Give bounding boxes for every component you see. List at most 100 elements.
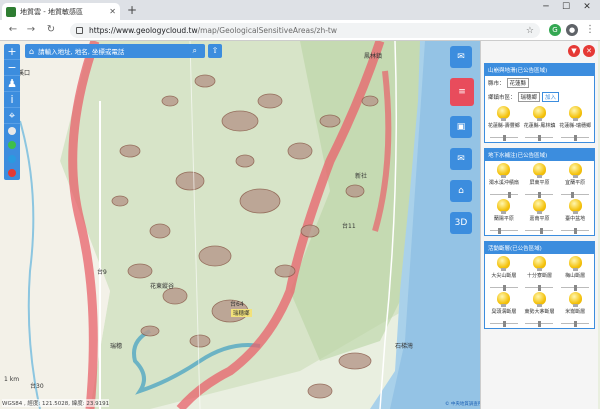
factory-icon[interactable]: ⌂ <box>450 180 472 202</box>
layers-icon[interactable]: ≡ <box>450 78 474 106</box>
3d-button[interactable]: 3D <box>450 212 472 234</box>
zoom-out-button[interactable]: − <box>4 60 20 76</box>
town-select[interactable]: 瑞穗鄉 <box>517 92 541 102</box>
layer-item[interactable]: 梅山斷層 <box>557 256 593 291</box>
lightbulb-icon[interactable] <box>532 163 546 178</box>
slider-knob[interactable] <box>507 192 511 198</box>
opacity-slider[interactable] <box>525 228 554 234</box>
slider-knob[interactable] <box>502 285 506 291</box>
slider-knob[interactable] <box>574 321 578 327</box>
green-layer-icon[interactable] <box>8 141 16 149</box>
zoom-in-button[interactable]: + <box>4 44 20 60</box>
lightbulb-icon[interactable] <box>497 292 511 307</box>
slider-knob[interactable] <box>538 285 542 291</box>
opacity-slider[interactable] <box>525 135 554 141</box>
back-icon[interactable]: ← <box>6 23 20 37</box>
forward-icon[interactable]: → <box>24 23 38 37</box>
streetview-icon[interactable]: ♟ <box>4 76 20 92</box>
layer-item[interactable]: 米崙斷層 <box>557 292 593 327</box>
slider-knob[interactable] <box>538 135 542 141</box>
layer-item[interactable]: 蘭陽平原 <box>486 199 522 234</box>
lightbulb-icon[interactable] <box>568 256 582 271</box>
lightbulb-icon[interactable] <box>532 106 546 121</box>
slider-knob[interactable] <box>538 192 542 198</box>
opacity-slider[interactable] <box>489 135 518 141</box>
lightbulb-icon[interactable] <box>568 199 582 214</box>
lightbulb-icon[interactable] <box>532 256 546 271</box>
profile-icon[interactable]: ● <box>566 24 578 36</box>
slider-knob[interactable] <box>538 321 542 327</box>
opacity-slider[interactable] <box>525 192 554 198</box>
layer-item[interactable]: 屏東平原 <box>522 163 558 198</box>
address-bar[interactable]: https://www.geologycloud.tw/map/Geologic… <box>70 23 540 38</box>
menu-icon[interactable]: ⋮ <box>583 23 597 37</box>
opacity-slider[interactable] <box>489 285 518 291</box>
opacity-slider[interactable] <box>561 321 590 327</box>
browser-tab[interactable]: 地質雲 - 地質敏感區 ✕ <box>2 3 120 20</box>
lightbulb-icon[interactable] <box>497 199 511 214</box>
red-layer-icon[interactable] <box>8 169 16 177</box>
opacity-slider[interactable] <box>489 321 518 327</box>
minimize-icon[interactable]: ─ <box>537 2 555 12</box>
slider-knob[interactable] <box>502 135 506 141</box>
new-tab-button[interactable]: + <box>125 3 139 17</box>
layer-item[interactable]: 臺中盆地 <box>557 199 593 234</box>
opacity-slider[interactable] <box>561 135 590 141</box>
close-tab-icon[interactable]: ✕ <box>109 7 116 16</box>
slider-knob[interactable] <box>574 135 578 141</box>
lightbulb-icon[interactable] <box>497 163 511 178</box>
slider-knob[interactable] <box>574 228 578 234</box>
info-icon[interactable]: i <box>4 92 20 108</box>
layer-item[interactable]: 東勢大茅斷層 <box>522 292 558 327</box>
opacity-slider[interactable] <box>489 192 518 198</box>
slider-knob[interactable] <box>540 228 544 234</box>
layer-item[interactable]: 花蓮縣-瑞穗鄉 <box>557 106 593 141</box>
opacity-slider[interactable] <box>525 285 554 291</box>
blue-layer-icon[interactable] <box>8 155 16 163</box>
upload-button[interactable]: ⇧ <box>208 44 222 58</box>
layer-item[interactable]: 宜蘭平原 <box>557 163 593 198</box>
mail-icon[interactable]: ✉ <box>450 148 472 170</box>
lightbulb-icon[interactable] <box>568 292 582 307</box>
slider-knob[interactable] <box>502 321 506 327</box>
pin-panel-icon[interactable]: ▼ <box>568 45 580 57</box>
lightbulb-icon[interactable] <box>568 163 582 178</box>
search-box[interactable]: ⌂ 請輸入地址, 地名, 坐標或電話 ⌕ <box>25 44 205 58</box>
layer-item[interactable]: 濁水溪沖積扇 <box>486 163 522 198</box>
pin-icon[interactable] <box>8 127 16 135</box>
slider-knob[interactable] <box>497 228 501 234</box>
close-window-icon[interactable]: ✕ <box>578 2 596 12</box>
opacity-slider[interactable] <box>561 228 590 234</box>
star-icon[interactable]: ☆ <box>526 26 534 36</box>
chat-icon[interactable]: ✉ <box>450 46 472 68</box>
maximize-icon[interactable]: ☐ <box>557 2 575 12</box>
map-label: 瑞穗 <box>110 343 123 350</box>
slider-knob[interactable] <box>571 192 575 198</box>
photo-icon[interactable]: ▣ <box>450 116 472 138</box>
layer-item[interactable]: 大尖山斷層 <box>486 256 522 291</box>
opacity-slider[interactable] <box>561 192 590 198</box>
layer-item[interactable]: 臭頭溝斷層 <box>486 292 522 327</box>
add-button[interactable]: 加入 <box>542 92 560 102</box>
close-panel-icon[interactable]: ✕ <box>583 45 595 57</box>
layer-item[interactable]: 十分寮斷層 <box>522 256 558 291</box>
search-input[interactable]: 請輸入地址, 地名, 坐標或電話 <box>38 46 192 56</box>
lightbulb-icon[interactable] <box>497 106 511 121</box>
layer-item[interactable]: 嘉南平原 <box>522 199 558 234</box>
reload-icon[interactable]: ↻ <box>44 23 58 37</box>
opacity-slider[interactable] <box>561 285 590 291</box>
slider-knob[interactable] <box>574 285 578 291</box>
search-icon[interactable]: ⌕ <box>193 46 197 56</box>
locate-icon[interactable]: ⌖ <box>4 108 20 124</box>
lightbulb-icon[interactable] <box>532 292 546 307</box>
layer-item[interactable]: 花蓮縣-壽豐鄉 <box>486 106 522 141</box>
opacity-slider[interactable] <box>489 228 518 234</box>
extension-icon[interactable]: G <box>549 24 561 36</box>
county-select[interactable]: 花蓮縣 <box>506 78 530 88</box>
opacity-slider[interactable] <box>525 321 554 327</box>
layer-item-label: 臭頭溝斷層 <box>491 309 517 315</box>
layer-item[interactable]: 花蓮縣-鳳林鎮 <box>522 106 558 141</box>
lightbulb-icon[interactable] <box>532 199 546 214</box>
lightbulb-icon[interactable] <box>497 256 511 271</box>
lightbulb-icon[interactable] <box>568 106 582 121</box>
